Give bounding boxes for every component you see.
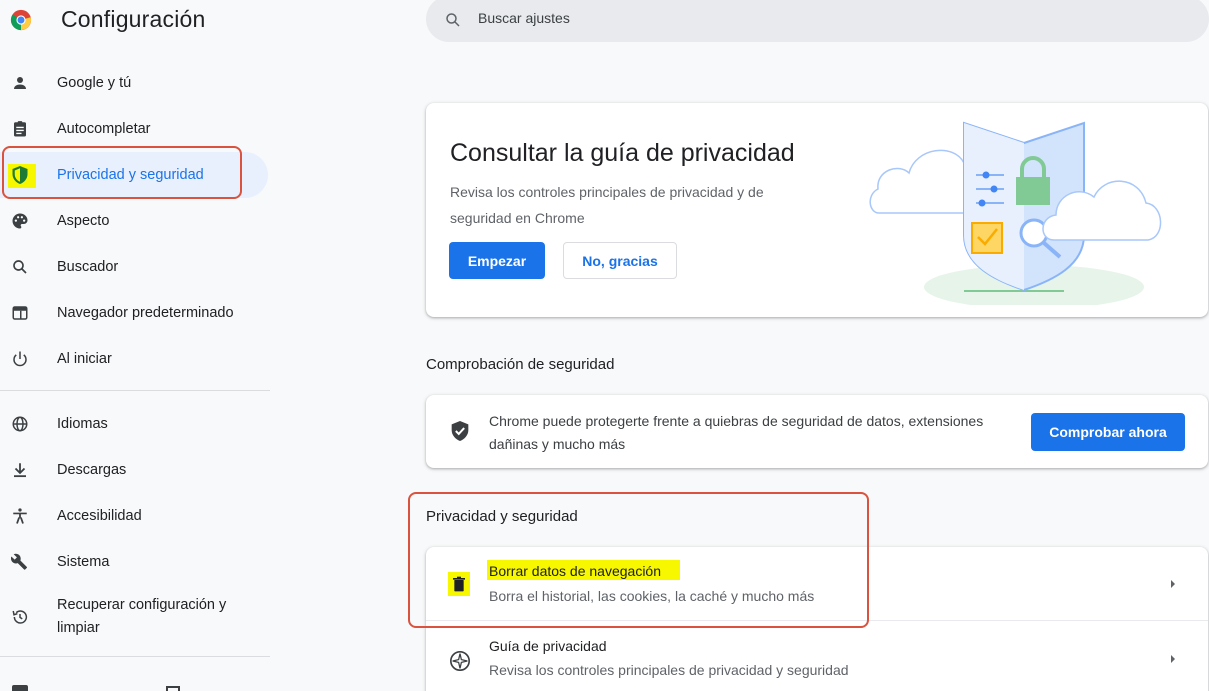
safety-check-text: Chrome puede protegerte frente a quiebra… [489,413,984,452]
start-button[interactable]: Empezar [449,242,545,279]
sidebar-item-languages[interactable]: Idiomas [0,401,270,447]
globe-icon [10,414,30,434]
search-input[interactable] [478,10,1078,26]
sidebar-item-system[interactable]: Sistema [0,539,270,585]
privacy-guide-illustration [869,121,1162,305]
check-now-button[interactable]: Comprobar ahora [1031,413,1185,451]
clipboard-icon [10,119,30,139]
sidebar-item-label: Buscador [57,259,119,275]
sidebar-item-downloads[interactable]: Descargas [0,447,270,493]
promo-description: Revisa los controles principales de priv… [450,184,764,226]
sidebar-item-default-browser[interactable]: Navegador predeterminado [0,290,270,336]
sidebar-item-label: Sistema [57,554,110,570]
annotation-box-sidebar [2,146,242,199]
sidebar-item-label: Navegador predeterminado [57,305,234,321]
privacy-guide-row[interactable]: Guía de privacidad Revisa los controles … [426,622,1208,691]
no-thanks-button[interactable]: No, gracias [563,242,677,279]
sidebar-item-label: Idiomas [57,416,108,432]
annotation-box-privacy [408,492,869,628]
person-icon [10,73,30,93]
sidebar-item-label: Descargas [57,462,127,478]
sidebar-item-extensions-partial[interactable] [12,685,28,691]
compass-icon [450,651,470,671]
sidebar-item-label: Recuperar configuración y limpiar [57,597,227,636]
sidebar-item-icon-partial [166,686,180,691]
privacy-guide-subtitle: Revisa los controles principales de priv… [489,662,849,678]
sidebar-item-accessibility[interactable]: Accesibilidad [0,493,270,539]
browser-icon [10,303,30,323]
sidebar-item-label: Accesibilidad [57,508,142,524]
sidebar-item-label: Autocompletar [57,121,151,137]
safety-check-card: Chrome puede protegerte frente a quiebra… [426,395,1208,468]
safety-check-section-title: Comprobación de seguridad [426,356,615,373]
sidebar-item-search-engine[interactable]: Buscador [0,244,270,290]
accessibility-icon [10,506,30,526]
sidebar-item-appearance[interactable]: Aspecto [0,198,270,244]
privacy-guide-title: Guía de privacidad [489,638,607,654]
search-icon [10,257,30,277]
page-title: Configuración [61,6,206,32]
sidebar-item-on-startup[interactable]: Al iniciar [0,336,270,382]
promo-title: Consultar la guía de privacidad [450,139,795,167]
sidebar-item-label: Google y tú [57,75,132,91]
sidebar-item-label: Al iniciar [57,351,112,367]
wrench-icon [10,552,30,572]
chrome-logo-icon [10,9,32,31]
sidebar-item-google[interactable]: Google y tú [0,60,270,106]
privacy-guide-promo-card: Consultar la guía de privacidad Revisa l… [426,103,1208,317]
sidebar-divider [0,390,270,391]
download-icon [10,460,30,480]
power-icon [10,349,30,369]
restore-icon [10,607,30,627]
sidebar-item-label: Aspecto [57,213,110,229]
search-bar[interactable] [426,0,1209,42]
chevron-right-icon [1171,580,1175,588]
shield-check-icon [451,421,469,441]
chevron-right-icon [1171,655,1175,663]
search-icon [446,13,460,27]
sidebar-item-reset[interactable]: Recuperar configuración y limpiar [0,585,270,649]
palette-icon [10,211,30,231]
sidebar-divider [0,656,270,657]
